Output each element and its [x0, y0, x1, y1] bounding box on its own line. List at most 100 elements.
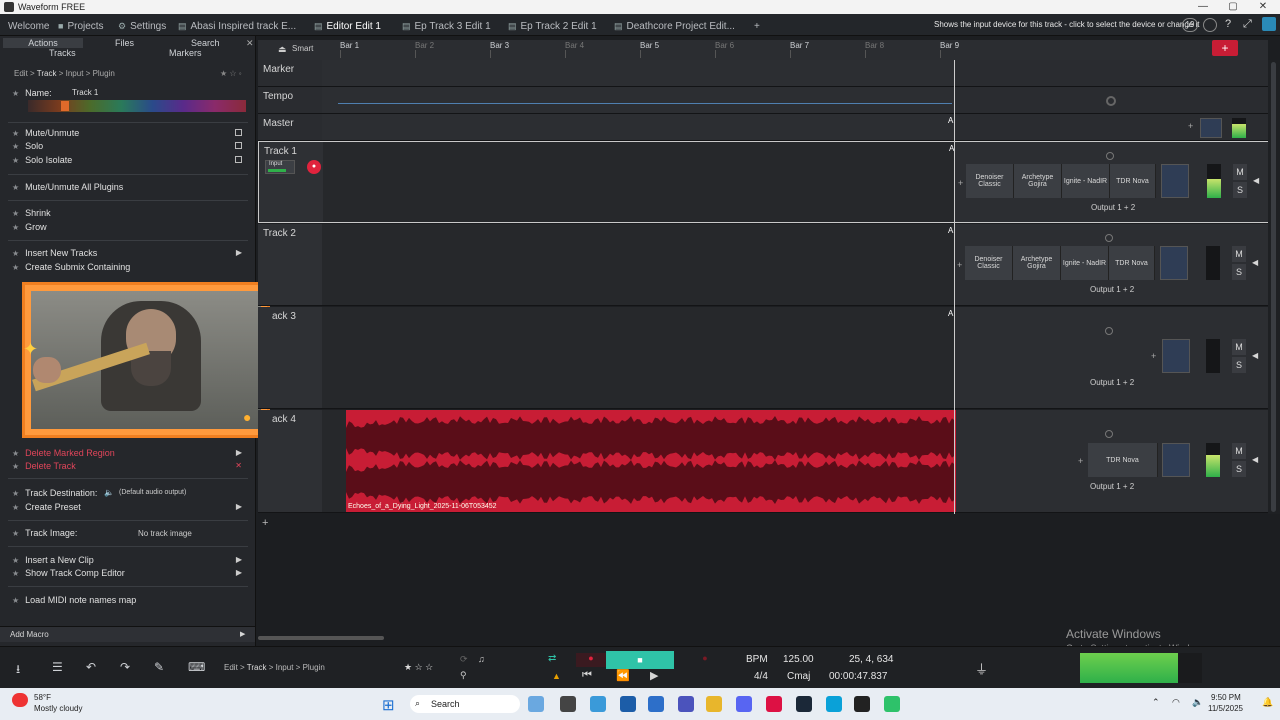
vertical-scrollbar[interactable] [1268, 60, 1280, 514]
file-explorer-icon[interactable] [706, 696, 722, 712]
track-destination-value[interactable]: (Default audio output) [119, 489, 186, 496]
track-name[interactable]: Track 1 [264, 146, 297, 157]
weather-desc[interactable]: Mostly cloudy [34, 704, 82, 713]
output-label[interactable]: Output 1 + 2 [1090, 285, 1134, 294]
time-signature[interactable]: 4/4 [754, 671, 768, 682]
track-1[interactable]: Track 1 Input ● A + Denoiser Classic Arc… [258, 141, 1269, 223]
weather-temp[interactable]: 58°F [34, 693, 51, 702]
track-destination-row[interactable]: ★ Track Destination: [12, 488, 97, 498]
shrink-action[interactable]: ★ Shrink [12, 208, 51, 218]
app-green-icon[interactable] [884, 696, 900, 712]
selected-colour-swatch[interactable] [61, 101, 69, 111]
plugin-ignite[interactable]: Ignite - NadIR [1062, 164, 1110, 198]
output-label[interactable]: Output 1 + 2 [1090, 378, 1134, 387]
steam-icon[interactable] [796, 696, 812, 712]
bpm-value[interactable]: 125.00 [783, 654, 814, 665]
add-macro-bar[interactable]: Add Macro ▶ [0, 626, 255, 642]
record-arm-button[interactable]: ● [307, 160, 321, 174]
track-3[interactable]: ack 3 A + M S ◀ Output 1 + 2 [258, 307, 1268, 409]
playhead[interactable] [954, 60, 955, 514]
solo-button[interactable]: S [1233, 182, 1247, 198]
create-submix-action[interactable]: ★ Create Submix Containing [12, 262, 130, 272]
pan-knob[interactable] [1105, 234, 1113, 242]
taskbar-search[interactable]: ⌕ Search [410, 695, 520, 713]
notification-icon[interactable]: 🔔 [1262, 697, 1273, 708]
rewind-icon[interactable]: ⏪ [616, 669, 630, 682]
tab-abasi[interactable]: ▤ Abasi Inspired track E... [178, 18, 296, 34]
plugin-archetype[interactable]: Archetype Gojira [1013, 246, 1061, 280]
bar-position[interactable]: 25, 4, 634 [849, 654, 893, 665]
solo-isolate-action[interactable]: ★ Solo Isolate [12, 155, 72, 165]
edge-icon[interactable] [826, 696, 842, 712]
tab-tracks[interactable]: Tracks [49, 48, 76, 58]
marker-track[interactable]: Marker [258, 60, 1268, 87]
tab-ep-track-2[interactable]: ▤ Ep Track 2 Edit 1 [508, 18, 597, 34]
mute-checkbox[interactable] [235, 129, 242, 136]
edit-mode[interactable]: Smart [292, 44, 313, 53]
track-image-value[interactable]: No track image [138, 529, 192, 538]
tab-actions[interactable]: Actions [3, 38, 83, 48]
stop-button[interactable]: ■ [606, 651, 674, 669]
waveform-taskbar-icon[interactable] [854, 696, 870, 712]
mute-all-plugins-action[interactable]: ★ Mute/Unmute All Plugins [12, 182, 123, 192]
star-icon[interactable]: ★ [12, 89, 19, 98]
mute-button[interactable]: M [1233, 164, 1247, 180]
add-button[interactable]: + [1212, 40, 1238, 56]
minimize-icon[interactable]: — [1195, 1, 1211, 12]
timeline-ruler[interactable]: ⏏ Smart Bar 1 Bar 2 Bar 3 Bar 4 Bar 5 Bar 6 Ba… [258, 40, 1268, 60]
metronome-icon[interactable]: ♫ [478, 654, 485, 664]
horizontal-scrollbar[interactable] [258, 636, 384, 640]
solo-isolate-checkbox[interactable] [235, 156, 242, 163]
store-icon[interactable] [620, 696, 636, 712]
fullscreen-icon[interactable]: ⤢ [1243, 18, 1252, 31]
tab-projects[interactable]: ■ Projects [58, 18, 104, 34]
add-track-button[interactable]: + [262, 517, 268, 529]
mute-action[interactable]: ★ Mute/Unmute [12, 128, 79, 138]
track-name[interactable]: Track 2 [263, 228, 296, 239]
solo-action[interactable]: ★ Solo [12, 141, 43, 151]
clock-time[interactable]: 9:50 PM [1211, 693, 1241, 702]
plugin-tdr-nova[interactable]: TDR Nova [1088, 443, 1158, 477]
tray-chevron-icon[interactable]: ⌃ [1152, 697, 1160, 708]
favourites-icon[interactable]: ★ ☆ ◦ [220, 69, 242, 78]
add-plugin-icon[interactable]: + [958, 178, 963, 188]
record-toggle[interactable]: ● [690, 653, 720, 667]
settings-dial-icon[interactable] [1203, 18, 1217, 32]
insert-new-tracks-action[interactable]: ★ Insert New Tracks [12, 248, 97, 258]
windows-start-icon[interactable]: ⊞ [382, 696, 395, 714]
solo-button[interactable]: S [1232, 461, 1246, 477]
speaker-icon[interactable]: ◀ [1252, 351, 1258, 360]
track-name[interactable]: ack 4 [272, 414, 296, 425]
tab-welcome[interactable]: Welcome [8, 18, 50, 34]
load-midi-names-action[interactable]: ★ Load MIDI note names map [12, 595, 136, 605]
track-name[interactable]: ack 3 [272, 311, 296, 322]
loop-toggle[interactable]: ⇄ [548, 653, 570, 667]
mute-button[interactable]: M [1232, 443, 1246, 459]
track-image-row[interactable]: ★ Track Image: [12, 528, 77, 538]
teams-icon[interactable] [678, 696, 694, 712]
close-icon[interactable]: ✕ [1255, 1, 1271, 12]
task-view-icon[interactable] [560, 696, 576, 712]
copilot-icon[interactable] [590, 696, 606, 712]
delete-track-action[interactable]: ★ Delete Track [12, 461, 76, 471]
volume-fader[interactable] [1162, 443, 1190, 477]
rewind-start-icon[interactable]: ⏮ [582, 669, 592, 682]
favourite-icon[interactable]: ★ ☆ ☆ [404, 662, 433, 673]
plugin-denoiser[interactable]: Denoiser Classic [966, 164, 1014, 198]
tab-editor-edit-1[interactable]: ▤ Editor Edit 1 [314, 18, 381, 34]
wifi-icon[interactable]: ◠ [1172, 697, 1180, 708]
pan-knob[interactable] [1105, 430, 1113, 438]
speaker-icon[interactable]: ◀ [1252, 258, 1258, 267]
solo-button[interactable]: S [1232, 357, 1246, 373]
volume-icon[interactable]: 🔈 [1192, 697, 1203, 708]
tools-icon[interactable]: ✎ [154, 660, 164, 674]
plugin-tdr-nova[interactable]: TDR Nova [1109, 246, 1155, 280]
solo-button[interactable]: S [1232, 264, 1246, 280]
tab-markers[interactable]: Markers [169, 48, 202, 58]
add-plugin-icon[interactable]: + [957, 260, 962, 270]
track-name-field[interactable]: Track 1 [72, 88, 98, 97]
add-plugin-icon[interactable]: + [1151, 351, 1156, 361]
plugin-tdr-nova[interactable]: TDR Nova [1110, 164, 1156, 198]
add-plugin-icon[interactable]: + [1078, 456, 1083, 466]
maximize-icon[interactable]: ▢ [1225, 1, 1241, 12]
